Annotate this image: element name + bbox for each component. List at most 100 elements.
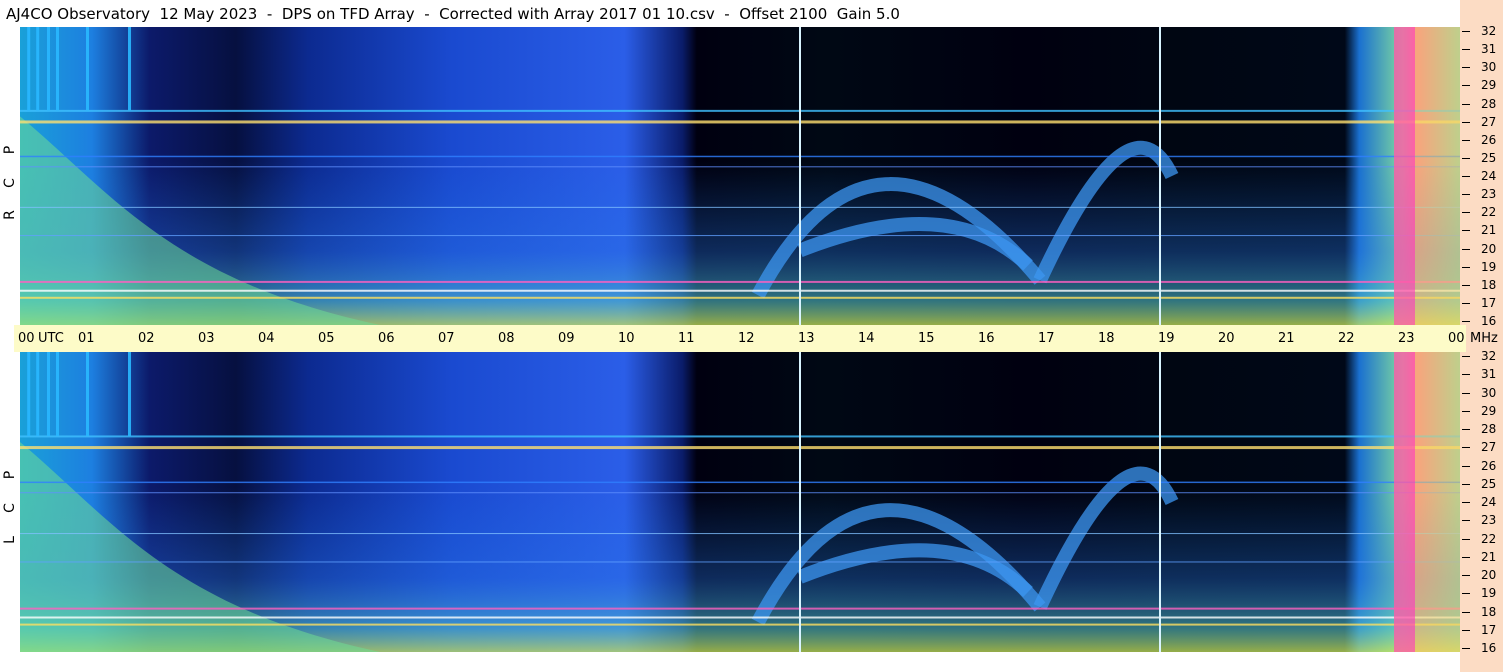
frequency-tick-label: 31 [1481, 42, 1497, 57]
utc-tick-label: 03 [198, 331, 215, 346]
spike-1 [36, 27, 40, 111]
frequency-tick-label: 20 [1481, 241, 1497, 256]
frequency-tick-label: 22 [1481, 531, 1497, 546]
frequency-tick-label: 31 [1481, 367, 1497, 382]
frequency-tick-mark [1462, 483, 1470, 485]
frequency-tick-mark [1462, 266, 1470, 268]
frequency-tick-mark [1462, 593, 1470, 595]
spike-5 [128, 352, 131, 436]
frequency-tick-label: 19 [1481, 259, 1497, 274]
utc-tick-label: 08 [498, 331, 515, 346]
interference-line-0 [20, 120, 1460, 124]
frequency-tick-label: 17 [1481, 622, 1497, 637]
frequency-tick-mark [1462, 248, 1470, 250]
spectrogram-0 [20, 27, 1460, 325]
utc-tick-label: 14 [858, 331, 875, 346]
interference-line-8 [20, 166, 1460, 168]
utc-tick-label: 01 [78, 331, 95, 346]
frequency-tick-label: 20 [1481, 568, 1497, 582]
spike-5 [128, 27, 131, 111]
frequency-tick-mark [1462, 49, 1470, 51]
utc-tick-label: 06 [378, 331, 395, 346]
frequency-tick-label: 28 [1481, 96, 1497, 111]
evening-noise-band [1415, 27, 1460, 325]
frequency-tick-mark [1462, 157, 1470, 159]
frequency-tick-mark [1462, 85, 1470, 87]
frequency-tick-mark [1462, 575, 1470, 576]
frequency-tick-mark [1462, 121, 1470, 123]
interference-line-2 [20, 481, 1460, 484]
frequency-tick-mark [1462, 321, 1470, 322]
frequency-tick-label: 25 [1481, 150, 1497, 165]
utc-tick-label: 15 [918, 331, 935, 346]
utc-tick-label: 04 [258, 331, 275, 346]
frequency-tick-mark [1462, 67, 1470, 69]
frequency-tick-mark [1462, 194, 1470, 196]
spectrogram-1 [20, 352, 1460, 652]
mhz-unit-label: MHz [1470, 331, 1498, 346]
spike-3 [56, 27, 59, 111]
frequency-tick-label: 19 [1481, 586, 1497, 601]
frequency-tick-label: 28 [1481, 422, 1497, 436]
frequency-tick-mark [1462, 629, 1470, 631]
frequency-tick-label: 29 [1481, 78, 1497, 93]
interference-line-0 [20, 446, 1460, 450]
utc-tick-label: 00 [1448, 331, 1465, 346]
frequency-tick-mark [1462, 648, 1470, 649]
utc-tick-label: 10 [618, 331, 635, 346]
polarization-letter: R [2, 210, 18, 220]
interference-line-8 [20, 492, 1460, 494]
frequency-tick-label: 30 [1481, 60, 1497, 75]
bottom-spectrogram [20, 352, 1460, 652]
frequency-tick-label: 23 [1481, 513, 1497, 528]
frequency-tick-label: 27 [1481, 114, 1497, 129]
frequency-tick-label: 17 [1481, 295, 1497, 310]
frequency-tick-label: 32 [1481, 24, 1497, 38]
frequency-tick-mark [1462, 410, 1470, 412]
interference-line-4 [20, 607, 1460, 610]
frequency-tick-mark [1462, 611, 1470, 613]
frequency-tick-label: 18 [1481, 604, 1497, 619]
frequency-tick-label: 24 [1481, 495, 1497, 509]
broadband-burst [1394, 27, 1415, 325]
interference-line-7 [20, 235, 1460, 237]
frequency-tick-label: 16 [1481, 314, 1497, 328]
spike-2 [47, 27, 50, 111]
interference-line-1 [20, 435, 1460, 438]
utc-tick-label: 22 [1338, 331, 1355, 346]
polarization-letter: C [2, 178, 18, 188]
frequency-tick-mark [1462, 447, 1470, 449]
time-marker-13 [799, 352, 801, 652]
frequency-tick-mark [1462, 284, 1470, 286]
interference-line-5 [20, 289, 1460, 292]
frequency-tick-label: 32 [1481, 349, 1497, 363]
frequency-tick-mark [1462, 176, 1470, 177]
evening-noise-band [1415, 352, 1460, 652]
utc-tick-label: 02 [138, 331, 155, 346]
utc-tick-label: 20 [1218, 331, 1235, 346]
frequency-tick-label: 23 [1481, 187, 1497, 202]
utc-tick-label: 16 [978, 331, 995, 346]
frequency-tick-label: 18 [1481, 277, 1497, 292]
frequency-tick-mark [1462, 374, 1470, 376]
utc-tick-label: 12 [738, 331, 755, 346]
frequency-tick-mark [1462, 392, 1470, 394]
interference-line-5 [20, 616, 1460, 619]
frequency-tick-mark [1462, 556, 1470, 558]
frequency-tick-label: 26 [1481, 458, 1497, 473]
utc-time-axis: 00 01 02 03 04 05 06 07 08 09 10 11 12 13 14 15 16 17 18 19… [14, 325, 1498, 352]
frequency-tick-mark [1462, 103, 1470, 105]
frequency-tick-label: 21 [1481, 223, 1497, 238]
frequency-tick-mark [1462, 230, 1470, 232]
frequency-tick-mark [1462, 31, 1470, 32]
polarization-letter: P [2, 145, 18, 155]
interference-line-6 [20, 623, 1460, 626]
utc-tick-label: 18 [1098, 331, 1115, 346]
polarization-letter: C [2, 503, 18, 513]
interference-line-3 [20, 533, 1460, 535]
interference-line-7 [20, 561, 1460, 563]
frequency-tick-label: 16 [1481, 641, 1497, 655]
polarization-letter: L [2, 536, 18, 544]
frequency-tick-mark [1462, 465, 1470, 467]
frequency-tick-mark [1462, 520, 1470, 522]
